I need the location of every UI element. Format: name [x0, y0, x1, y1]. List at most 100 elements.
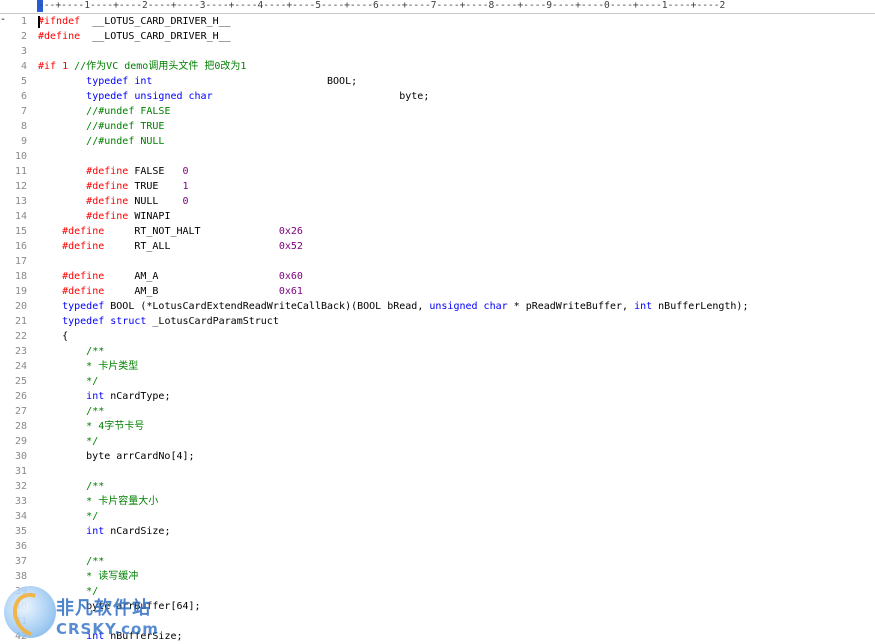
line-number: 16 — [14, 241, 27, 252]
code-text[interactable]: */ — [38, 509, 98, 524]
code-line[interactable]: 7 //#undef FALSE — [0, 104, 875, 119]
code-text[interactable]: * 卡片容量大小 — [38, 494, 158, 509]
code-text[interactable]: typedef unsigned char byte; — [38, 89, 429, 104]
code-text[interactable]: typedef struct _LotusCardParamStruct — [38, 314, 279, 329]
code-line[interactable]: 33 * 卡片容量大小 — [0, 494, 875, 509]
code-line[interactable]: 31 — [0, 464, 875, 479]
code-line[interactable]: 23 /** — [0, 344, 875, 359]
code-token: //#undef NULL — [86, 136, 165, 147]
code-text[interactable]: int nCardSize; — [38, 524, 170, 539]
code-line[interactable]: 28 * 4字节卡号 — [0, 419, 875, 434]
code-line[interactable]: 17 — [0, 254, 875, 269]
code-token: * 卡片容量大小 — [86, 496, 159, 507]
line-number: 15 — [14, 226, 27, 237]
code-text[interactable]: typedef BOOL (*LotusCardExtendReadWriteC… — [38, 299, 748, 314]
code-token: 0x60 — [278, 271, 303, 282]
code-line[interactable]: 16 #define RT_ALL 0x52 — [0, 239, 875, 254]
code-text[interactable]: #define NULL 0 — [38, 194, 188, 209]
code-line[interactable]: 10 — [0, 149, 875, 164]
code-text[interactable]: #define AM_B 0x61 — [38, 284, 303, 299]
code-line[interactable]: 1 #ifndef __LOTUS_CARD_DRIVER_H__ — [0, 14, 875, 29]
code-token: TRUE — [128, 181, 183, 192]
code-text[interactable]: byte arrCardNo[4]; — [38, 449, 194, 464]
code-line[interactable]: 19 #define AM_B 0x61 — [0, 284, 875, 299]
line-number: 22 — [14, 331, 27, 342]
code-token: nBufferLength); — [652, 301, 749, 312]
code-text[interactable]: #define AM_A 0x60 — [38, 269, 303, 284]
code-line[interactable]: 4 #if 1 //作为VC demo调用头文件 把0改为1 — [0, 59, 875, 74]
code-token: /** — [86, 406, 105, 417]
code-text[interactable]: */ — [38, 434, 98, 449]
line-number: 29 — [14, 436, 27, 447]
code-text[interactable]: #ifndef __LOTUS_CARD_DRIVER_H__ — [38, 14, 231, 29]
line-number: 19 — [14, 286, 27, 297]
code-text[interactable]: * 卡片类型 — [38, 359, 138, 374]
code-token: AM_A — [104, 271, 279, 282]
code-line[interactable]: 2 #define __LOTUS_CARD_DRIVER_H__ — [0, 29, 875, 44]
code-text[interactable]: #define WINAPI — [38, 209, 170, 224]
code-line[interactable]: 12 #define TRUE 1 — [0, 179, 875, 194]
code-line[interactable]: 29 */ — [0, 434, 875, 449]
code-line[interactable]: 25 */ — [0, 374, 875, 389]
code-text[interactable]: * 4字节卡号 — [38, 419, 144, 434]
code-text[interactable]: #define FALSE 0 — [38, 164, 188, 179]
code-line[interactable]: 14 #define WINAPI — [0, 209, 875, 224]
line-number: 13 — [14, 196, 27, 207]
code-line[interactable]: 36 — [0, 539, 875, 554]
code-text[interactable]: #define RT_NOT_HALT 0x26 — [38, 224, 303, 239]
code-text[interactable]: */ — [38, 374, 98, 389]
code-text[interactable]: #define __LOTUS_CARD_DRIVER_H__ — [38, 29, 231, 44]
code-token: /** — [86, 556, 105, 567]
line-number: 1 — [20, 16, 27, 27]
code-line[interactable]: 3 — [0, 44, 875, 59]
code-token: WINAPI — [128, 211, 171, 222]
code-line[interactable]: 22 { — [0, 329, 875, 344]
code-line[interactable]: 26 int nCardType; — [0, 389, 875, 404]
line-number: 6 — [20, 91, 27, 102]
code-line[interactable]: 5 typedef int BOOL; — [0, 74, 875, 89]
line-number: 35 — [14, 526, 27, 537]
code-line[interactable]: 11 #define FALSE 0 — [0, 164, 875, 179]
code-text[interactable]: //#undef NULL — [38, 134, 164, 149]
code-text[interactable]: { — [38, 329, 68, 344]
code-text[interactable]: #define RT_ALL 0x52 — [38, 239, 303, 254]
code-line[interactable]: 20 typedef BOOL (*LotusCardExtendReadWri… — [0, 299, 875, 314]
code-line[interactable]: 35 int nCardSize; — [0, 524, 875, 539]
code-line[interactable]: 27 /** — [0, 404, 875, 419]
line-number: 18 — [14, 271, 27, 282]
code-line[interactable]: 13 #define NULL 0 — [0, 194, 875, 209]
code-line[interactable]: 34 */ — [0, 509, 875, 524]
code-line[interactable]: 37 /** — [0, 554, 875, 569]
code-text[interactable]: /** — [38, 344, 104, 359]
code-line[interactable]: 15 #define RT_NOT_HALT 0x26 — [0, 224, 875, 239]
code-line[interactable]: 21 typedef struct _LotusCardParamStruct — [0, 314, 875, 329]
code-text[interactable]: //#undef TRUE — [38, 119, 164, 134]
code-line[interactable]: 24 * 卡片类型 — [0, 359, 875, 374]
code-text[interactable]: /** — [38, 554, 104, 569]
code-line[interactable]: 8 //#undef TRUE — [0, 119, 875, 134]
code-text[interactable]: int nCardType; — [38, 389, 170, 404]
code-line[interactable]: 32 /** — [0, 479, 875, 494]
line-number: 26 — [14, 391, 27, 402]
code-token: /** — [86, 346, 105, 357]
code-line[interactable]: 30 byte arrCardNo[4]; — [0, 449, 875, 464]
line-number: 32 — [14, 481, 27, 492]
code-text[interactable]: #define TRUE 1 — [38, 179, 188, 194]
code-text[interactable]: /** — [38, 479, 104, 494]
code-text[interactable]: /** — [38, 404, 104, 419]
code-line[interactable]: 6 typedef unsigned char byte; — [0, 89, 875, 104]
code-text[interactable]: //#undef FALSE — [38, 104, 170, 119]
code-line[interactable]: 9 //#undef NULL — [0, 134, 875, 149]
code-editor[interactable]: 1 #ifndef __LOTUS_CARD_DRIVER_H__ 2 #define… — [0, 14, 875, 644]
code-token: typedef unsigned char — [86, 91, 213, 102]
code-line[interactable]: 18 #define AM_A 0x60 — [0, 269, 875, 284]
code-text[interactable]: #if 1 //作为VC demo调用头文件 把0改为1 — [38, 59, 246, 74]
code-text[interactable]: typedef int BOOL; — [38, 74, 357, 89]
line-number: 2 — [20, 31, 27, 42]
